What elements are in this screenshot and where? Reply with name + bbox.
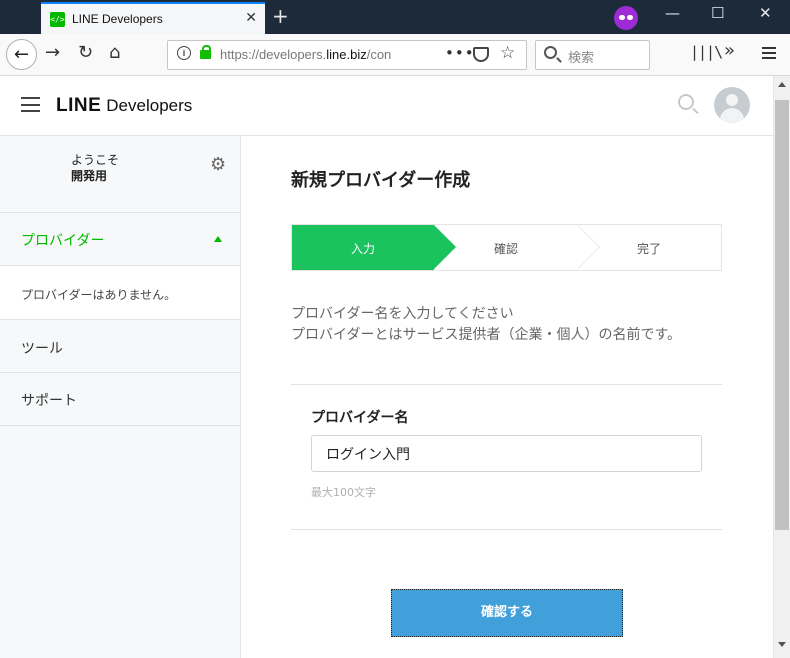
reload-icon[interactable]: ↻ [78, 42, 93, 64]
scrollbar[interactable] [773, 76, 790, 658]
minimize-button[interactable]: — [665, 4, 680, 22]
sidebar-item-tools[interactable]: ツール [21, 338, 63, 358]
description: プロバイダー名を入力してください プロバイダーとはサービス提供者（企業・個人）の… [291, 304, 681, 346]
library-icon[interactable]: |||\ [690, 43, 723, 61]
divider [0, 319, 240, 320]
welcome-block: ようこそ 開発用 [71, 152, 119, 184]
url-text[interactable]: https://developers.line.biz/con [220, 47, 435, 62]
divider [0, 212, 240, 213]
menu-icon[interactable] [762, 47, 776, 59]
home-icon[interactable]: ⌂ [109, 42, 120, 64]
page-header: LINE Developers [0, 76, 773, 136]
browser-navbar: ← → ↻ ⌂ i https://developers.line.biz/co… [0, 34, 790, 76]
no-providers-text: プロバイダーはありません。 [21, 288, 177, 302]
search-placeholder: 検索 [568, 51, 595, 66]
provider-name-label: プロバイダー名 [311, 410, 409, 426]
sidebar: ようこそ 開発用 ⚙ プロバイダー プロバイダーはありません。 ツール サポート [0, 136, 241, 658]
url-bar[interactable]: i https://developers.line.biz/con ••• ☆ [167, 40, 527, 70]
browser-search-input[interactable]: 検索 [535, 40, 650, 70]
step-complete: 完了 [637, 242, 662, 256]
step-separator-inner [577, 225, 599, 269]
browser-tab[interactable]: </> LINE Developers ✕ [41, 2, 265, 34]
welcome-text: ようこそ [71, 153, 120, 167]
page-title: 新規プロバイダー作成 [291, 170, 471, 191]
forward-icon[interactable]: → [45, 42, 60, 64]
bookmark-star-icon[interactable]: ☆ [500, 43, 515, 63]
divider [0, 265, 240, 266]
description-line-1: プロバイダー名を入力してください [291, 306, 514, 322]
browser-tabstrip: </> LINE Developers ✕ + — ☐ ✕ [0, 0, 790, 34]
line-favicon-icon: </> [50, 12, 65, 27]
divider [291, 384, 722, 385]
pocket-icon[interactable] [473, 47, 489, 62]
hamburger-menu-icon[interactable] [21, 97, 40, 112]
provider-name-hint: 最大100文字 [311, 486, 376, 499]
private-mask-icon [614, 6, 638, 30]
step-active-arrow [434, 225, 456, 269]
maximize-button[interactable]: ☐ [711, 4, 724, 22]
back-icon[interactable]: ← [6, 39, 37, 70]
line-developers-logo[interactable]: LINE Developers [56, 95, 192, 117]
divider [0, 372, 240, 373]
user-name: 開発用 [71, 169, 108, 183]
avatar-icon[interactable] [714, 87, 750, 123]
description-line-2: プロバイダーとはサービス提供者（企業・個人）の名前です。 [291, 327, 682, 343]
sidebar-item-support[interactable]: サポート [21, 390, 77, 410]
step-confirm: 確認 [494, 242, 519, 256]
sidebar-item-providers[interactable]: プロバイダー [21, 230, 104, 250]
gear-icon[interactable]: ⚙ [210, 156, 226, 174]
caret-up-icon[interactable] [214, 236, 222, 242]
info-icon[interactable]: i [177, 46, 191, 60]
search-icon [544, 46, 557, 59]
scroll-down-icon[interactable] [778, 642, 786, 647]
search-icon[interactable] [678, 94, 694, 110]
confirm-button[interactable]: 確認する [391, 589, 623, 637]
lock-icon [200, 45, 211, 59]
divider [0, 425, 240, 426]
page-actions-icon[interactable]: ••• [445, 44, 475, 62]
divider [291, 529, 722, 530]
close-window-button[interactable]: ✕ [759, 4, 772, 22]
tab-close-icon[interactable]: ✕ [245, 10, 257, 26]
scroll-up-icon[interactable] [778, 82, 786, 87]
tab-title: LINE Developers [72, 12, 163, 26]
new-tab-button[interactable]: + [272, 5, 289, 27]
step-input: 入力 [351, 242, 376, 256]
provider-name-input[interactable] [311, 435, 702, 472]
overflow-icon[interactable]: » [724, 40, 735, 61]
progress-steps: 入力 確認 完了 [291, 224, 722, 271]
scrollbar-thumb[interactable] [775, 100, 789, 530]
